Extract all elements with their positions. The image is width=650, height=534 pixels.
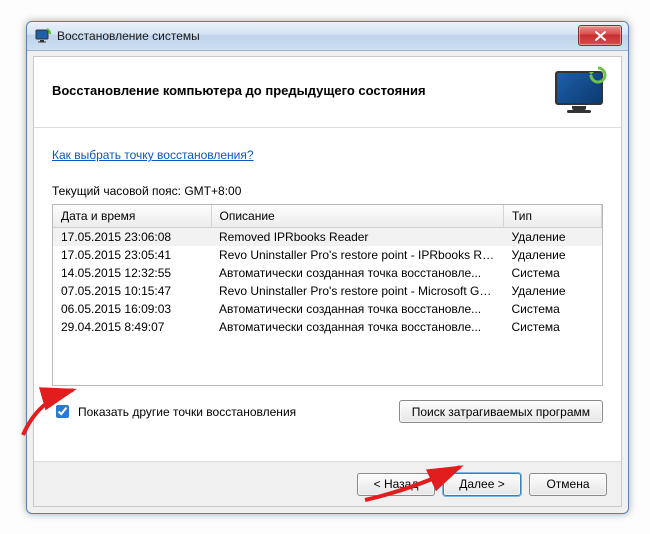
col-type[interactable]: Тип [504, 205, 602, 228]
cell-description: Removed IPRbooks Reader [211, 228, 504, 247]
titlebar[interactable]: Восстановление системы [27, 22, 628, 51]
affected-programs-button[interactable]: Поиск затрагиваемых программ [399, 400, 603, 423]
cell-datetime: 29.04.2015 8:49:07 [53, 318, 211, 336]
window-title: Восстановление системы [57, 29, 200, 43]
restore-illustration-icon [555, 71, 603, 109]
show-more-checkbox-row[interactable]: Показать другие точки восстановления [52, 402, 296, 421]
help-link[interactable]: Как выбрать точку восстановления? [52, 148, 254, 162]
cell-description: Автоматически созданная точка восстановл… [211, 264, 504, 282]
cell-type: Система [504, 318, 602, 336]
cell-type: Система [504, 264, 602, 282]
cell-description: Revo Uninstaller Pro's restore point - I… [211, 246, 504, 264]
table-row[interactable]: 07.05.2015 10:15:47 Revo Uninstaller Pro… [53, 282, 602, 300]
cell-datetime: 06.05.2015 16:09:03 [53, 300, 211, 318]
show-more-checkbox[interactable] [56, 405, 69, 418]
cell-type: Система [504, 300, 602, 318]
col-description[interactable]: Описание [211, 205, 504, 228]
table-row[interactable]: 17.05.2015 23:05:41 Revo Uninstaller Pro… [53, 246, 602, 264]
table-row[interactable]: 17.05.2015 23:06:08 Removed IPRbooks Rea… [53, 228, 602, 247]
back-button[interactable]: < Назад [357, 473, 435, 496]
timezone-label: Текущий часовой пояс: GMT+8:00 [52, 184, 603, 198]
cell-description: Автоматически созданная точка восстановл… [211, 318, 504, 336]
cell-type: Удаление [504, 246, 602, 264]
cell-datetime: 17.05.2015 23:05:41 [53, 246, 211, 264]
table-row[interactable]: 29.04.2015 8:49:07 Автоматически созданн… [53, 318, 602, 336]
show-more-label: Показать другие точки восстановления [78, 405, 296, 419]
cell-datetime: 14.05.2015 12:32:55 [53, 264, 211, 282]
next-button[interactable]: Далее > [443, 473, 521, 496]
wizard-footer: < Назад Далее > Отмена [34, 461, 621, 506]
cancel-button[interactable]: Отмена [529, 473, 607, 496]
table-row[interactable]: 14.05.2015 12:32:55 Автоматически создан… [53, 264, 602, 282]
system-restore-window: Восстановление системы Восстановление ко… [26, 21, 629, 514]
app-icon [35, 28, 51, 44]
close-button[interactable] [578, 25, 622, 46]
table-row[interactable]: 06.05.2015 16:09:03 Автоматически создан… [53, 300, 602, 318]
restore-points-table[interactable]: Дата и время Описание Тип 17.05.2015 23:… [52, 204, 603, 386]
page-title: Восстановление компьютера до предыдущего… [52, 83, 426, 98]
col-datetime[interactable]: Дата и время [53, 205, 211, 228]
cell-type: Удаление [504, 228, 602, 247]
wizard-header: Восстановление компьютера до предыдущего… [34, 57, 621, 128]
cell-datetime: 17.05.2015 23:06:08 [53, 228, 211, 247]
cell-type: Удаление [504, 282, 602, 300]
cell-description: Автоматически созданная точка восстановл… [211, 300, 504, 318]
cell-datetime: 07.05.2015 10:15:47 [53, 282, 211, 300]
cell-description: Revo Uninstaller Pro's restore point - M… [211, 282, 504, 300]
client-area: Восстановление компьютера до предыдущего… [33, 56, 622, 507]
close-icon [595, 31, 606, 41]
